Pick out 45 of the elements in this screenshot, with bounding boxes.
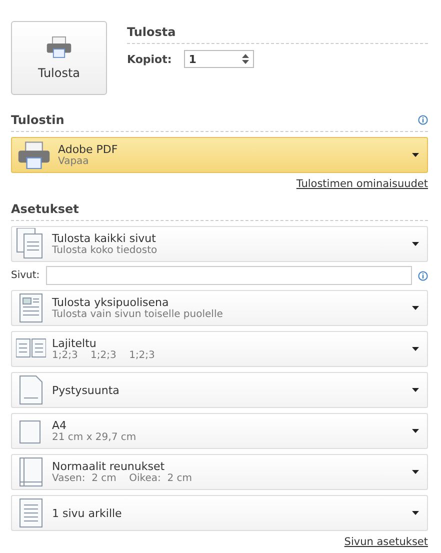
dropdown-title: Tulosta yksipuolisena xyxy=(52,296,170,309)
caret-icon xyxy=(412,429,419,433)
settings-dropdown[interactable]: Pystysuunta xyxy=(11,372,428,408)
settings-dropdown[interactable]: Tulosta yksipuolisena Tulosta vain sivun toiselle puolelle xyxy=(11,290,428,326)
caret-icon xyxy=(412,347,419,351)
settings-dropdown[interactable]: 1 sivu arkille xyxy=(11,495,428,531)
section-title: Asetukset xyxy=(11,202,79,216)
copies-spinner[interactable]: 1 xyxy=(184,50,254,68)
caret-icon xyxy=(412,511,419,515)
pages-label: Sivut: xyxy=(11,270,40,281)
dropdown-title: Normaalit reunukset xyxy=(52,460,166,473)
page-setup-link[interactable]: Sivun asetukset xyxy=(344,536,428,548)
printer-dropdown[interactable]: Adobe PDF Vapaa xyxy=(11,137,428,173)
printer-name: Adobe PDF xyxy=(58,143,119,156)
spinner-arrows-icon xyxy=(242,54,249,64)
settings-dropdown[interactable]: Tulosta kaikki sivut Tulosta koko tiedosto xyxy=(11,226,428,262)
print-button[interactable]: Tulosta xyxy=(11,21,107,95)
printer-properties-link[interactable]: Tulostimen ominaisuudet xyxy=(296,178,428,190)
caret-icon xyxy=(412,153,419,157)
dropdown-title: Lajiteltu xyxy=(52,337,98,350)
printer-icon xyxy=(16,140,52,170)
caret-icon xyxy=(412,470,419,474)
dropdown-title: Tulosta kaikki sivut xyxy=(52,232,157,245)
caret-icon xyxy=(412,306,419,310)
settings-dropdown[interactable]: A4 21 cm x 29,7 cm xyxy=(11,413,428,449)
dropdown-subtitle: 21 cm x 29,7 cm xyxy=(52,432,138,443)
settings-dropdown[interactable]: Lajiteltu 1;2;3 1;2;3 1;2;3 xyxy=(11,331,428,367)
dropdown-title: Pystysuunta xyxy=(52,384,120,396)
copies-label: Kopiot: xyxy=(127,52,172,66)
pages-field[interactable] xyxy=(46,266,412,285)
caret-icon xyxy=(412,388,419,392)
settings-dropdown[interactable]: Normaalit reunukset Vasen: 2 cm Oikea: 2 cm xyxy=(11,454,428,490)
info-icon[interactable] xyxy=(418,270,428,280)
dropdown-subtitle: Tulosta koko tiedosto xyxy=(52,245,158,256)
dropdown-subtitle: 1;2;3 1;2;3 1;2;3 xyxy=(52,350,156,361)
caret-icon xyxy=(412,242,419,246)
section-title: Tulosta xyxy=(127,25,176,39)
dropdown-subtitle: Vasen: 2 cm Oikea: 2 cm xyxy=(52,473,193,484)
dropdown-subtitle: Tulosta vain sivun toiselle puolelle xyxy=(52,309,224,320)
section-title: Tulostin xyxy=(11,113,64,127)
dropdown-title: 1 sivu arkille xyxy=(52,506,123,520)
printer-status: Vapaa xyxy=(58,156,90,167)
dropdown-title: A4 xyxy=(52,419,68,432)
printer-icon xyxy=(45,36,73,58)
info-icon[interactable] xyxy=(418,115,428,125)
